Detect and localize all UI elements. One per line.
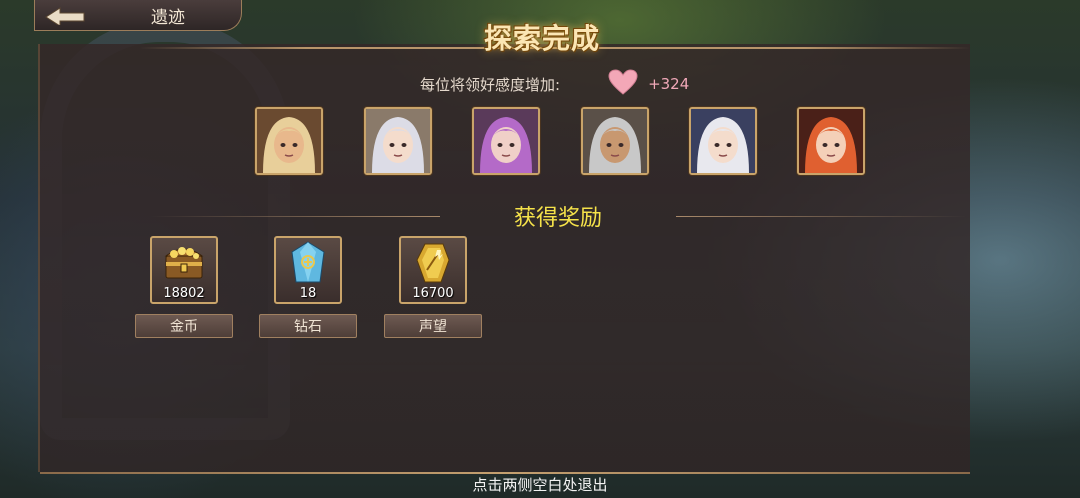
back-arrow-icon (35, 0, 95, 30)
divider-left (150, 216, 440, 217)
reward-item-prestige[interactable]: 16700 声望 (384, 236, 484, 338)
portrait-hero-1 (255, 107, 323, 175)
portrait-hero-4 (581, 107, 649, 175)
exploration-complete-banner: 探索完成 (466, 14, 618, 60)
treasure-chest-icon (164, 247, 204, 279)
reward-label: 声望 (384, 314, 482, 338)
diamond-crystal-icon (291, 241, 325, 283)
reward-label: 钻石 (259, 314, 357, 338)
page-title: 遗迹 (151, 7, 185, 28)
reward-label: 金币 (135, 314, 233, 338)
reward-count: 16700 (412, 286, 454, 301)
portrait-hero-3 (472, 107, 540, 175)
reward-count: 18 (299, 286, 317, 301)
affinity-row: 每位将领好感度增加: +324 (420, 69, 690, 99)
reward-item-diamond[interactable]: 18 钻石 (259, 236, 359, 338)
exit-hint[interactable]: 点击两侧空白处退出 (0, 474, 1080, 495)
reward-count: 18802 (163, 286, 205, 301)
rewards-title: 获得奖励 (513, 206, 602, 231)
portrait-hero-6 (797, 107, 865, 175)
divider-right (676, 216, 966, 217)
reward-icon-box: 18 (274, 236, 342, 304)
reward-icon-box: 16700 (399, 236, 467, 304)
prestige-medal-icon (416, 243, 450, 283)
reward-item-gold[interactable]: 18802 金币 (135, 236, 235, 338)
affinity-value: +324 (648, 75, 690, 93)
portrait-hero-5 (689, 107, 757, 175)
hero-portrait-list (255, 107, 875, 179)
reward-icon-box: 18802 (150, 236, 218, 304)
heart-icon (608, 69, 638, 99)
affinity-label: 每位将领好感度增加: (420, 75, 561, 94)
back-button[interactable]: 遗迹 (34, 0, 242, 31)
portrait-hero-2 (364, 107, 432, 175)
banner-title: 探索完成 (483, 22, 600, 55)
